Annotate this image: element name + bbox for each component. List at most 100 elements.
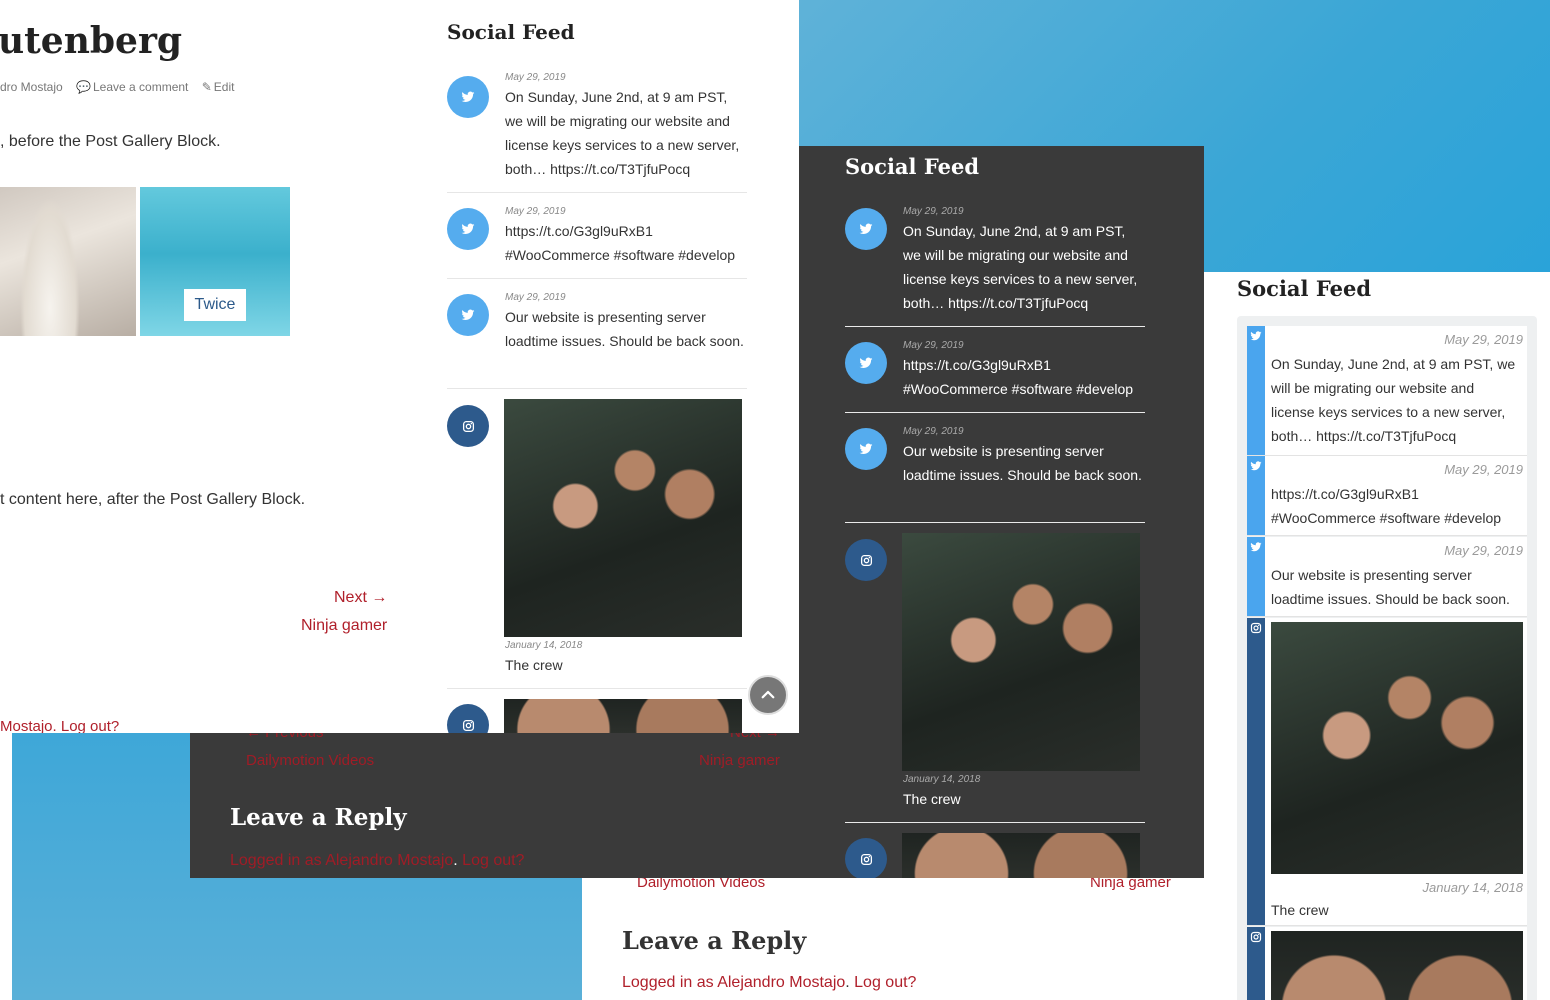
- feed-item[interactable]: May 29, 2019 Our website is presenting s…: [447, 292, 747, 389]
- profile-link[interactable]: Logged in as Alejandro Mostajo: [230, 852, 453, 869]
- feed-item[interactable]: May 29, 2019 On Sunday, June 2nd, at 9 a…: [845, 206, 1145, 327]
- twitter-icon: [461, 309, 475, 321]
- divider: [447, 688, 747, 689]
- feed-item[interactable]: May 29, 2019 On Sunday, June 2nd, at 9 a…: [447, 72, 747, 193]
- feed-item[interactable]: January 14, 2018 The crew: [447, 399, 747, 689]
- twitter-badge: [447, 76, 489, 118]
- social-feed-title: Social Feed: [447, 20, 575, 44]
- next-post-link[interactable]: Ninja gamer: [301, 617, 387, 635]
- feed-text: https://t.co/G3gl9uRxB1 #WooCommerce #so…: [903, 357, 1134, 397]
- paragraph-after-gallery: t content here, after the Post Gallery B…: [0, 491, 306, 508]
- feed-text: On Sunday, June 2nd, at 9 am PST, we wil…: [505, 89, 740, 177]
- instagram-photo[interactable]: [504, 399, 742, 637]
- twitter-icon: [859, 223, 873, 235]
- social-feed-title: Social Feed: [845, 154, 979, 179]
- previous-post-link[interactable]: Dailymotion Videos: [246, 752, 374, 769]
- feed-item[interactable]: [845, 833, 1145, 878]
- twitter-icon: [1250, 331, 1262, 341]
- paragraph-before-gallery: , before the Post Gallery Block.: [0, 133, 221, 150]
- logged-in-line: Logged in as Alejandro Mostajo. Log out?: [230, 852, 524, 870]
- feed-text: https://t.co/G3gl9uRxB1 #WooCommerce #so…: [1271, 486, 1502, 526]
- feed-text: On Sunday, June 2nd, at 9 am PST, we wil…: [1271, 356, 1516, 444]
- divider: [447, 192, 747, 193]
- feed-text: The crew: [903, 791, 961, 807]
- feed-text: On Sunday, June 2nd, at 9 am PST, we wil…: [903, 223, 1138, 311]
- profile-link[interactable]: Logged in as Alejandro Mostajo: [622, 974, 845, 991]
- feed-date: May 29, 2019: [903, 206, 964, 217]
- logout-link[interactable]: Log out?: [854, 974, 916, 991]
- instagram-photo[interactable]: [902, 533, 1140, 771]
- feed-date: May 29, 2019: [1444, 462, 1523, 477]
- instagram-photo[interactable]: [504, 699, 742, 733]
- twitter-badge: [447, 208, 489, 250]
- twitter-icon: [1250, 542, 1262, 552]
- separator-dot: .: [845, 974, 855, 991]
- feed-item[interactable]: May 29, 2019 Our website is presenting s…: [845, 426, 1145, 523]
- next-post-label[interactable]: Next →: [334, 589, 387, 607]
- leave-reply-title: Leave a Reply: [622, 926, 807, 955]
- feed-item[interactable]: May 29, 2019 On Sunday, June 2nd, at 9 a…: [1247, 326, 1527, 456]
- instagram-icon: [462, 420, 474, 432]
- bottom-page-section: Dailymotion Videos Ninja gamer Leave a R…: [582, 862, 1232, 1000]
- gallery-caption: Twice: [184, 289, 246, 321]
- divider: [845, 522, 1145, 523]
- social-feed-title: Social Feed: [1237, 276, 1371, 301]
- instagram-icon: [860, 853, 872, 865]
- twitter-badge: [845, 208, 887, 250]
- leave-reply-title: Leave a Reply: [230, 804, 407, 831]
- feed-text: https://t.co/G3gl9uRxB1 #WooCommerce #so…: [505, 223, 736, 263]
- feed-item[interactable]: [447, 699, 747, 733]
- feed-text: The crew: [505, 657, 563, 673]
- scroll-to-top-button[interactable]: [748, 675, 788, 715]
- edit-link[interactable]: Edit: [214, 80, 235, 94]
- feed-item[interactable]: [1247, 927, 1527, 1000]
- feed-item[interactable]: January 14, 2018 The crew: [1247, 618, 1527, 926]
- feed-item[interactable]: January 14, 2018 The crew: [845, 533, 1145, 823]
- logged-in-line: Logged in as Alejandro Mostajo. Log out?: [622, 974, 916, 992]
- instagram-badge: [447, 405, 489, 447]
- twitter-icon: [859, 443, 873, 455]
- instagram-icon: [860, 554, 872, 566]
- twitter-badge: [447, 294, 489, 336]
- separator-dot: .: [453, 852, 458, 869]
- twitter-icon: [1250, 461, 1262, 471]
- twitter-icon: [859, 357, 873, 369]
- feed-date: May 29, 2019: [505, 206, 566, 217]
- chevron-up-icon: [761, 690, 775, 699]
- author-link[interactable]: dro Mostajo: [0, 80, 63, 94]
- feed-date: May 29, 2019: [505, 72, 566, 83]
- feed-date: January 14, 2018: [505, 640, 583, 651]
- divider: [447, 388, 747, 389]
- instagram-photo[interactable]: [1271, 931, 1523, 1000]
- next-post-link[interactable]: Ninja gamer: [699, 752, 780, 769]
- feed-item[interactable]: May 29, 2019 https://t.co/G3gl9uRxB1 #Wo…: [1247, 456, 1527, 536]
- feed-date: May 29, 2019: [1444, 332, 1523, 347]
- feed-date: January 14, 2018: [903, 774, 981, 785]
- instagram-badge: [447, 704, 489, 733]
- twitter-icon: [461, 223, 475, 235]
- instagram-badge: [845, 838, 887, 878]
- twitter-badge: [845, 342, 887, 384]
- pencil-icon: ✎: [201, 80, 212, 94]
- main-page: utenberg dro Mostajo 💬 Leave a comment ✎ E…: [0, 0, 799, 733]
- divider: [447, 278, 747, 279]
- feed-item[interactable]: May 29, 2019 https://t.co/G3gl9uRxB1 #Wo…: [845, 340, 1145, 413]
- feed-text: Our website is presenting server loadtim…: [1271, 567, 1510, 607]
- feed-item[interactable]: May 29, 2019 Our website is presenting s…: [1247, 537, 1527, 617]
- gallery-image-twice[interactable]: Twice: [140, 187, 290, 336]
- feed-date: May 29, 2019: [1444, 543, 1523, 558]
- comment-icon: 💬: [76, 80, 91, 94]
- feed-text: The crew: [1271, 902, 1329, 918]
- gallery-image-bride[interactable]: [0, 187, 136, 336]
- leave-comment-link[interactable]: Leave a comment: [93, 80, 188, 94]
- twitter-badge: [845, 428, 887, 470]
- feed-item[interactable]: May 29, 2019 https://t.co/G3gl9uRxB1 #Wo…: [447, 206, 747, 279]
- instagram-photo[interactable]: [1271, 622, 1523, 874]
- twitter-strip: [1247, 537, 1265, 616]
- logout-link[interactable]: Mostajo. Log out?: [0, 718, 119, 733]
- dress-shape: [20, 197, 80, 336]
- feed-date: May 29, 2019: [903, 340, 964, 351]
- instagram-photo[interactable]: [902, 833, 1140, 878]
- post-title: utenberg: [0, 20, 183, 62]
- logout-link[interactable]: Log out?: [462, 852, 524, 869]
